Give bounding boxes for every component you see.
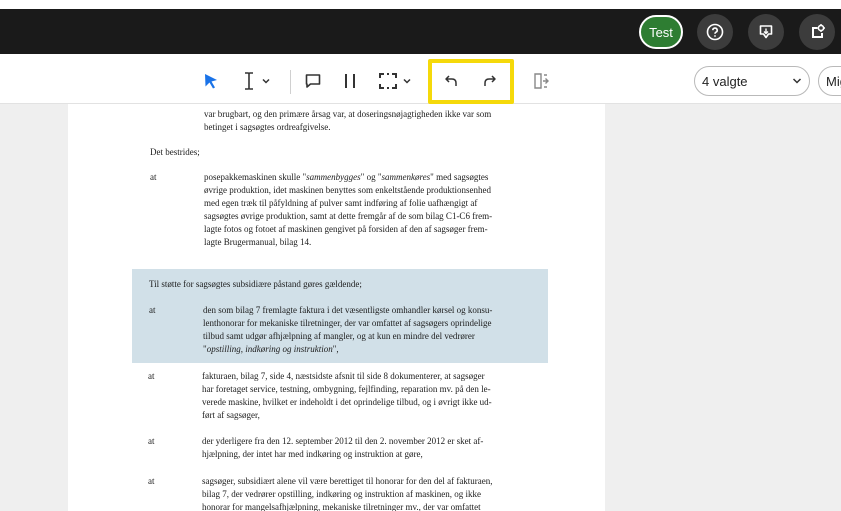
doc-line: "opstilling, indkøring og instruktion", bbox=[203, 344, 339, 354]
doc-marker: at bbox=[148, 476, 155, 486]
annotation-toolbar: 4 valgte Mig bbox=[0, 58, 841, 104]
doc-line: tilbud samt udgør afhjælpning af mangler… bbox=[203, 331, 475, 341]
doc-marker: at bbox=[148, 436, 155, 446]
doc-marker: at bbox=[148, 371, 155, 381]
comment-icon bbox=[305, 74, 321, 88]
doc-line: hjælpning, der intet har med indkøring o… bbox=[202, 449, 423, 459]
selection-tool-button[interactable] bbox=[374, 66, 416, 96]
chevron-down-icon bbox=[262, 78, 270, 84]
top-header: Test bbox=[0, 0, 841, 58]
secondary-select-value: Mig bbox=[826, 73, 841, 89]
document-page: var brugbart, og den primære årsag var, … bbox=[68, 104, 605, 511]
settings-icon bbox=[812, 24, 825, 38]
doc-line: bilag 7, der vedrører opstilling, indkør… bbox=[202, 489, 481, 499]
undo-redo-highlight bbox=[428, 59, 514, 104]
doc-line: fakturaen, bilag 7, side 4, næstsidste a… bbox=[202, 371, 485, 381]
arrow-pointer-icon bbox=[205, 74, 217, 89]
doc-line: med egen træk til påfyldning af pulver s… bbox=[204, 198, 478, 208]
chevron-down-icon bbox=[792, 78, 802, 84]
doc-line: øvrige produktion, idet maskinen benytte… bbox=[204, 185, 491, 195]
doc-marker: at bbox=[149, 305, 156, 315]
doc-line: har foretaget service, testning, ombygni… bbox=[202, 384, 491, 394]
doc-line: betinget i sagsøgtes ordreafgivelse. bbox=[204, 122, 331, 132]
doc-line: verede maskine, hvilket er indeholdt i d… bbox=[202, 397, 492, 407]
doc-heading: Det bestrides; bbox=[150, 147, 200, 157]
text-cursor-icon bbox=[245, 72, 253, 90]
filter-select[interactable]: 4 valgte bbox=[694, 66, 810, 96]
doc-line: posepakkemaskinen skulle "sammenbygges" … bbox=[204, 172, 489, 182]
help-icon bbox=[706, 23, 724, 41]
filter-select-value: 4 valgte bbox=[702, 73, 748, 89]
doc-line: lagte fotos og fotoet af maskinen gengiv… bbox=[204, 224, 488, 234]
doc-marker: at bbox=[150, 172, 157, 182]
columns-icon bbox=[345, 74, 355, 88]
pointer-tool-button[interactable] bbox=[198, 66, 224, 96]
settings-button[interactable] bbox=[799, 14, 835, 50]
text-select-tool-button[interactable] bbox=[236, 66, 276, 96]
doc-line: ført af sagsøger, bbox=[202, 410, 260, 420]
doc-line: lagte Brugermanual, bilag 14. bbox=[204, 237, 312, 247]
doc-line: honorar for mangelsafhjælpning, mekanisk… bbox=[202, 502, 481, 511]
document-workspace[interactable]: var brugbart, og den primære årsag var, … bbox=[0, 104, 841, 511]
doc-line: var brugbart, og den primære årsag var, … bbox=[204, 109, 492, 119]
chevron-down-icon bbox=[403, 78, 411, 84]
doc-line: den som bilag 7 fremlagte faktura i det … bbox=[203, 305, 493, 315]
columns-tool-button[interactable] bbox=[337, 66, 363, 96]
selection-frame-icon bbox=[379, 73, 397, 89]
export-button[interactable] bbox=[529, 66, 553, 96]
toolbar-divider bbox=[290, 70, 291, 94]
test-button[interactable]: Test bbox=[639, 15, 683, 49]
doc-line: sagsøger, subsidiært alene vil være bere… bbox=[202, 476, 493, 486]
comment-tool-button[interactable] bbox=[300, 66, 326, 96]
secondary-select[interactable]: Mig bbox=[818, 66, 841, 96]
help-button[interactable] bbox=[697, 14, 733, 50]
doc-line: der yderligere fra den 12. september 201… bbox=[202, 436, 484, 446]
download-button[interactable] bbox=[748, 14, 784, 50]
doc-line: lenthonorar for mekaniske tilretninger, … bbox=[203, 318, 492, 328]
download-icon bbox=[759, 25, 773, 39]
export-icon bbox=[534, 73, 549, 89]
doc-heading: Til støtte for sagsøgtes subsidiære påst… bbox=[149, 279, 362, 289]
doc-line: sagsøgtes øvrige produktion, samt at det… bbox=[204, 211, 493, 221]
